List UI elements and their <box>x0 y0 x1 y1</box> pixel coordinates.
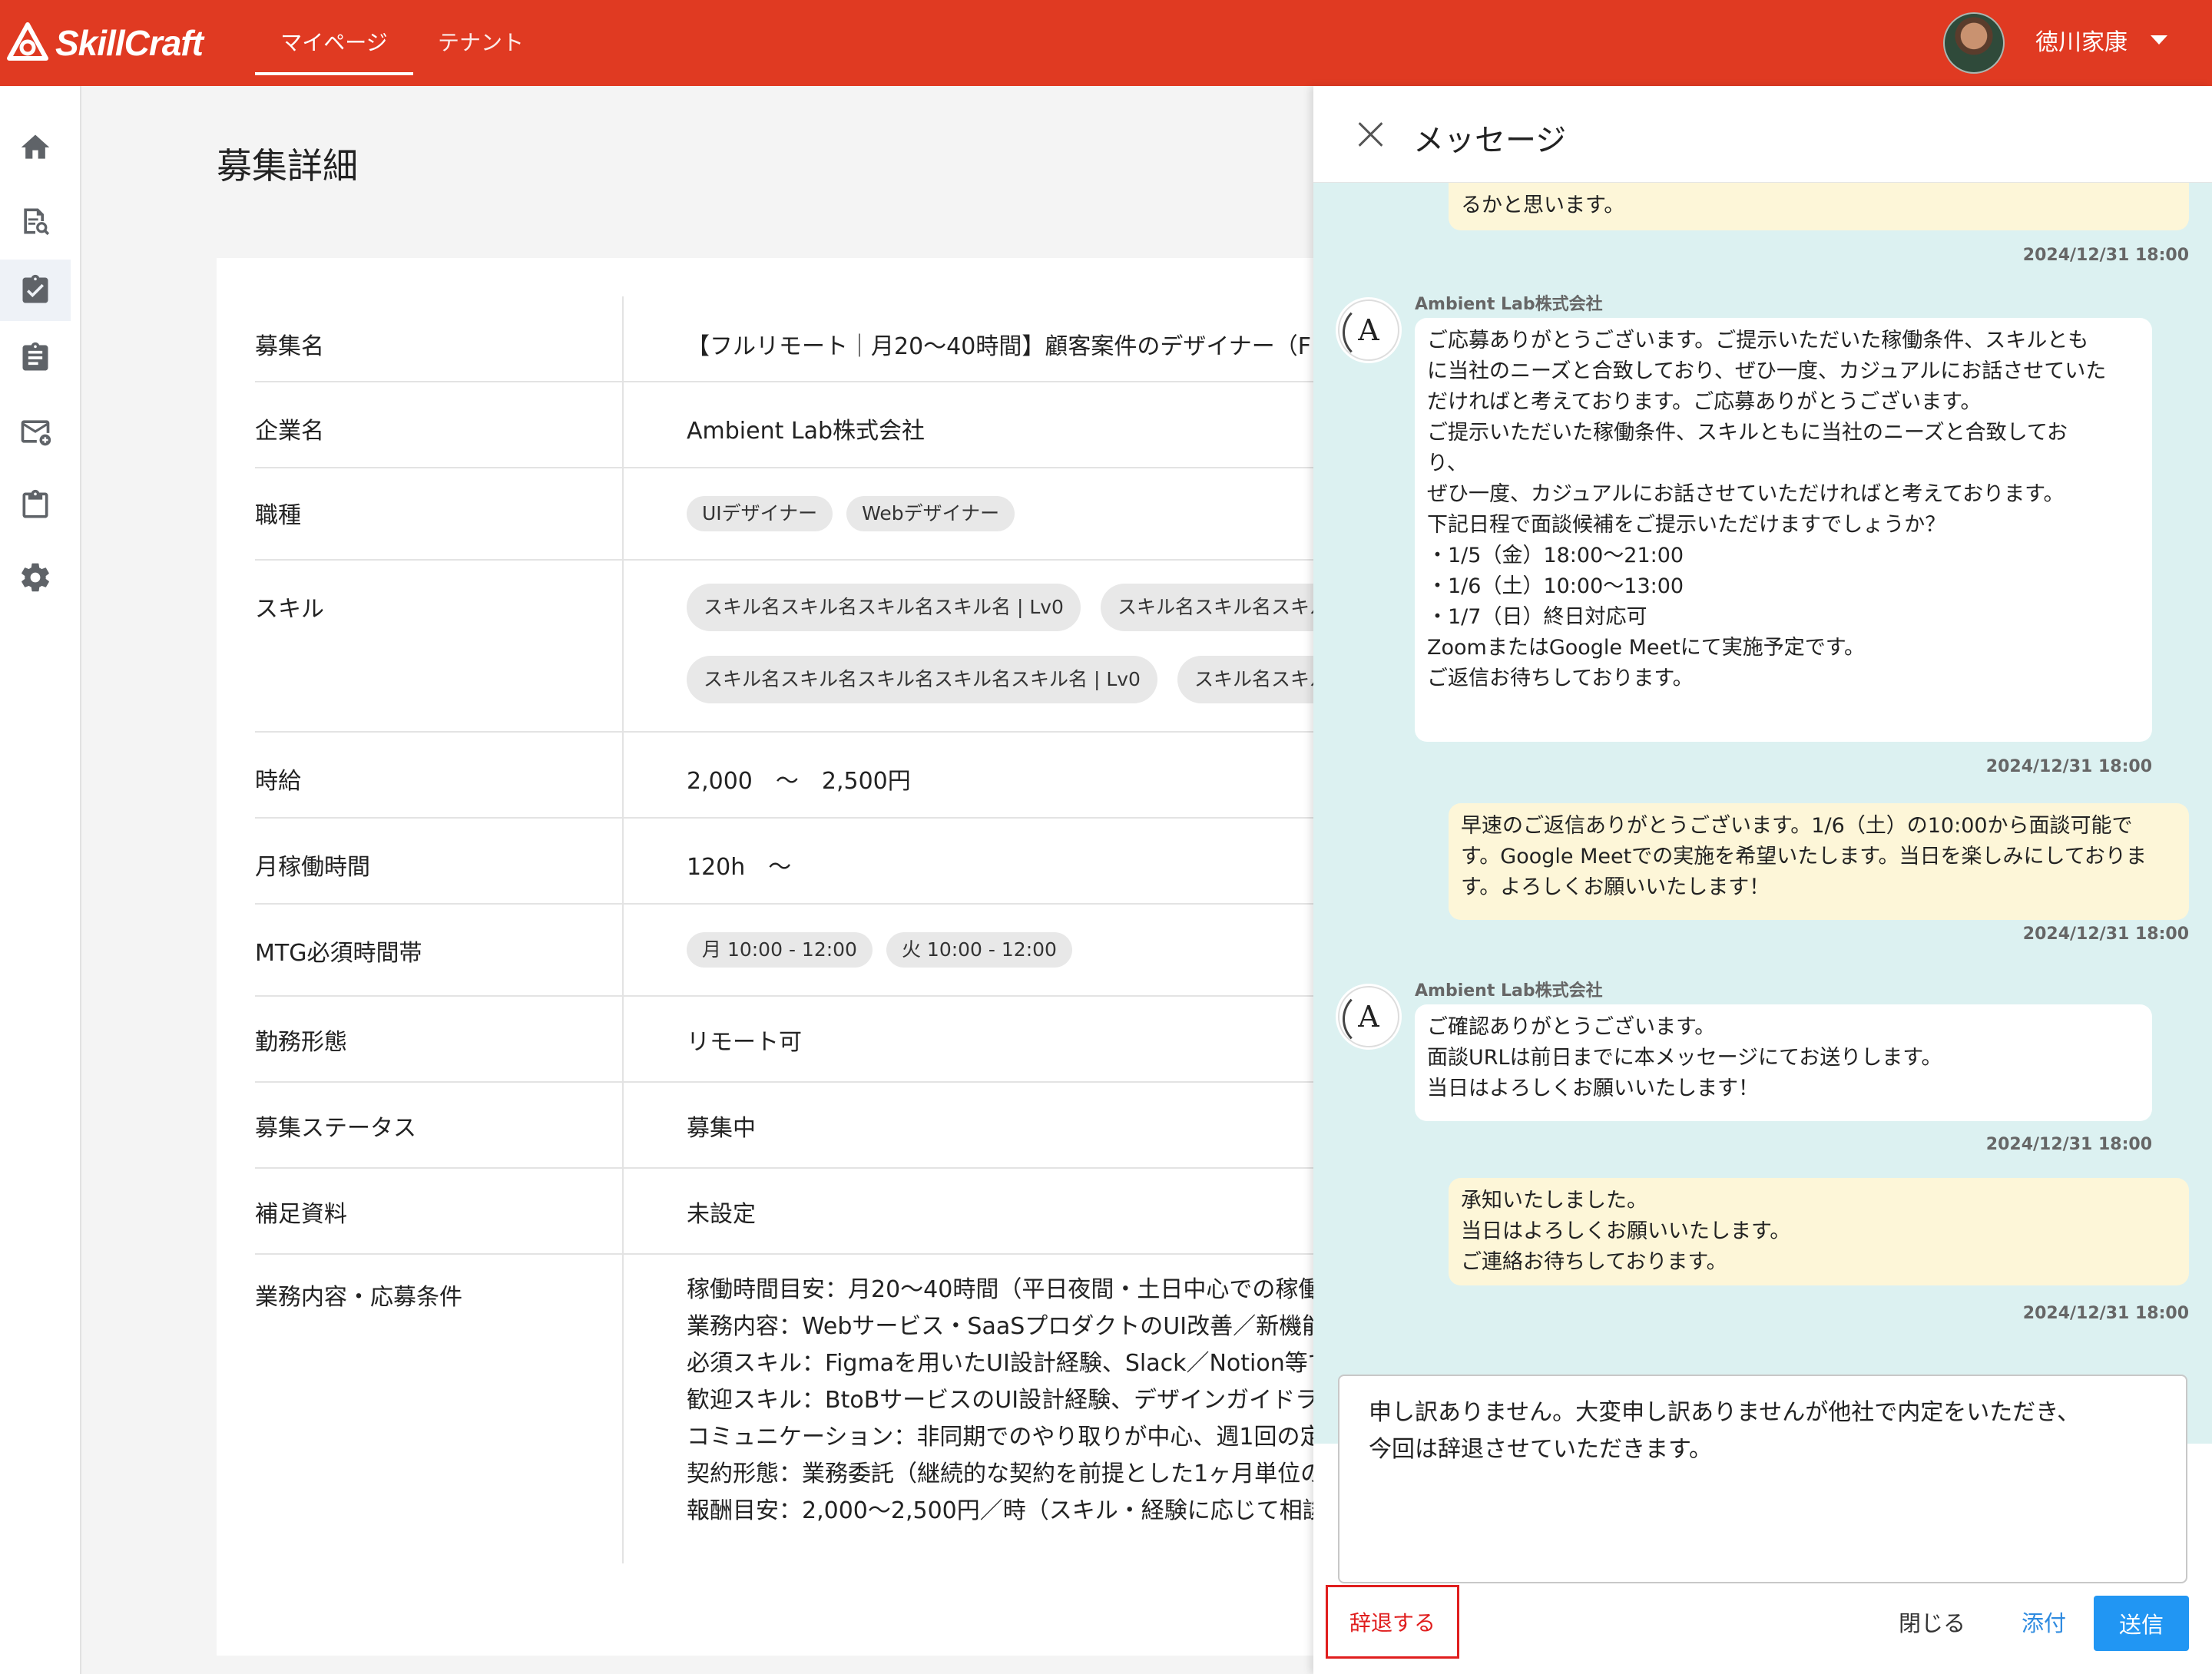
details-line: 稼働時間目安：月20〜40時間（平日夜間・土日中心での稼働 <box>687 1276 1322 1303</box>
message-timestamp: 2024/12/31 18:00 <box>2022 925 2189 944</box>
details-line: 歓迎スキル：BtoBサービスのUI設計経験、デザインガイドラ <box>687 1387 1319 1414</box>
attach-button[interactable]: 添付 <box>2022 1597 2066 1649</box>
skill-chips-row-1: スキル名スキル名スキル名スキル名 | Lv0 スキル名スキル名スキル <box>687 584 1355 631</box>
row-label: 職種 <box>255 502 301 529</box>
mtg-chip: 火 10:00 - 12:00 <box>886 932 1072 968</box>
company-avatar: A <box>1338 299 1399 361</box>
row-value: 【フルリモート｜月20〜40時間】顧客案件のデザイナー（F <box>687 333 1312 360</box>
message-thread[interactable]: るかと思います。 2024/12/31 18:00 A Ambient Lab株… <box>1313 183 2212 1444</box>
row-label: 募集名 <box>255 333 324 360</box>
message-input[interactable]: 申し訳ありません。大変申し訳ありませんが他社で内定をいただき、 今回は辞退させて… <box>1338 1375 2187 1583</box>
my-message-bubble: 早速のご返信ありがとうございます。1/6（土）の10:00から面談可能で す。G… <box>1449 803 2189 920</box>
row-label: 募集ステータス <box>255 1115 416 1142</box>
clipboard-icon <box>22 489 48 518</box>
row-label: 月稼働時間 <box>255 854 370 881</box>
task-check-icon <box>22 274 48 303</box>
row-value: 未設定 <box>687 1201 756 1228</box>
row-value: 2,000 〜 2,500円 <box>687 768 911 795</box>
details-line: コミュニケーション：非同期でのやり取りが中心、週1回の定 <box>687 1424 1323 1451</box>
skill-chip: スキル名スキル名スキル名スキル名スキル名 | Lv0 <box>687 656 1157 703</box>
details-line: 報酬目安：2,000〜2,500円／時（スキル・経験に応じて相談 <box>687 1497 1326 1524</box>
page-title: 募集詳細 <box>217 145 358 187</box>
sidebar <box>0 86 81 1674</box>
skill-chips-row-2: スキル名スキル名スキル名スキル名スキル名 | Lv0 スキル名スキル <box>687 656 1355 703</box>
sidebar-item-clipboard[interactable] <box>0 475 71 536</box>
row-value: 募集中 <box>687 1115 756 1142</box>
message-timestamp: 2024/12/31 18:00 <box>2022 1304 2189 1323</box>
user-name[interactable]: 徳川家康 <box>2035 0 2128 86</box>
sidebar-item-home[interactable] <box>0 117 71 178</box>
logo-text: SkillCraft <box>55 23 204 63</box>
row-value: Ambient Lab株式会社 <box>687 418 926 445</box>
details-text: 稼働時間目安：月20〜40時間（平日夜間・土日中心での稼働 業務内容：Webサー… <box>687 1272 1355 1530</box>
send-button[interactable]: 送信 <box>2094 1596 2189 1651</box>
company-avatar: A <box>1338 986 1399 1047</box>
row-label: 勤務形態 <box>255 1029 347 1056</box>
avatar[interactable] <box>1943 12 2005 74</box>
row-mtg-time: MTG必須時間帯 月 10:00 - 12:00 火 10:00 - 12:00 <box>255 905 1407 997</box>
row-monthly-hours: 月稼働時間 120h 〜 <box>255 819 1407 905</box>
company-message-bubble: ご応募ありがとうございます。ご提示いただいた稼働条件、スキルとも に当社のニーズ… <box>1415 318 2152 742</box>
job-chip: UIデザイナー <box>687 496 833 531</box>
row-job-details: 業務内容・応募条件 稼働時間目安：月20〜40時間（平日夜間・土日中心での稼働 … <box>255 1255 1407 1570</box>
company-message-bubble: ご確認ありがとうございます。 面談URLは前日までに本メッセージにてお送りします… <box>1415 1004 2152 1121</box>
row-label: 時給 <box>255 768 301 795</box>
mtg-chips: 月 10:00 - 12:00 火 10:00 - 12:00 <box>687 932 1086 968</box>
recruitment-detail-card: 募集名 【フルリモート｜月20〜40時間】顧客案件のデザイナー（F 企業名 Am… <box>217 258 1407 1656</box>
sender-name: Ambient Lab株式会社 <box>1415 295 1603 314</box>
mail-add-icon <box>21 420 51 446</box>
sidebar-item-search-jobs[interactable] <box>0 190 71 252</box>
my-message-bubble: るかと思います。 <box>1449 183 2189 230</box>
message-timestamp: 2024/12/31 18:00 <box>1985 757 2152 776</box>
message-panel-header: メッセージ <box>1313 86 2212 183</box>
row-recruitment-name: 募集名 【フルリモート｜月20〜40時間】顧客案件のデザイナー（F <box>255 296 1407 382</box>
skillcraft-logo[interactable]: SkillCraft <box>6 20 204 66</box>
row-skills: スキル スキル名スキル名スキル名スキル名 | Lv0 スキル名スキル名スキル スキ… <box>255 561 1407 733</box>
row-status: 募集ステータス 募集中 <box>255 1083 1407 1169</box>
row-label: スキル <box>255 596 324 623</box>
sender-name: Ambient Lab株式会社 <box>1415 981 1603 1001</box>
row-company: 企業名 Ambient Lab株式会社 <box>255 382 1407 468</box>
row-hourly-wage: 時給 2,000 〜 2,500円 <box>255 733 1407 819</box>
row-label: MTG必須時間帯 <box>255 940 422 967</box>
close-button[interactable]: 閉じる <box>1899 1597 1965 1649</box>
search-document-icon <box>24 208 50 236</box>
top-app-bar: SkillCraft マイページ テナント 徳川家康 <box>0 0 2212 86</box>
details-line: 契約形態：業務委託（継続的な契約を前提とした1ヶ月単位の <box>687 1461 1324 1487</box>
row-job-type: 職種 UIデザイナー Webデザイナー <box>255 468 1407 561</box>
row-label: 業務内容・応募条件 <box>255 1284 462 1311</box>
sidebar-item-applications[interactable] <box>0 260 71 321</box>
message-panel-title: メッセージ <box>1413 123 1567 158</box>
job-chips: UIデザイナー Webデザイナー <box>687 496 1028 531</box>
details-line: 業務内容：Webサービス・SaaSプロダクトのUI改善／新機能 <box>687 1313 1326 1340</box>
row-materials: 補足資料 未設定 <box>255 1169 1407 1255</box>
row-label: 企業名 <box>255 418 324 445</box>
tab-mypage[interactable]: マイページ <box>255 0 413 86</box>
details-line: 必須スキル：Figmaを用いたUI設計経験、Slack／Notion等で <box>687 1350 1331 1377</box>
row-value: 120h 〜 <box>687 854 792 881</box>
sidebar-item-settings[interactable] <box>0 547 71 608</box>
message-timestamp: 2024/12/31 18:00 <box>1985 1135 2152 1154</box>
assignment-icon <box>22 342 48 371</box>
job-chip: Webデザイナー <box>846 496 1015 531</box>
message-panel: メッセージ るかと思います。 2024/12/31 18:00 A Ambien… <box>1313 86 2212 1674</box>
sidebar-item-invitations[interactable] <box>0 401 71 462</box>
skill-chip: スキル名スキル名スキル名スキル名 | Lv0 <box>687 584 1081 631</box>
gear-icon <box>22 563 49 592</box>
chevron-down-icon[interactable] <box>2151 35 2167 45</box>
row-value: リモート可 <box>687 1029 802 1056</box>
sidebar-item-contracts[interactable] <box>0 327 71 389</box>
home-icon <box>21 134 50 159</box>
row-label: 補足資料 <box>255 1201 347 1228</box>
tab-tenant[interactable]: テナント <box>415 0 547 86</box>
message-timestamp: 2024/12/31 18:00 <box>2022 246 2189 265</box>
row-work-style: 勤務形態 リモート可 <box>255 997 1407 1083</box>
close-icon[interactable] <box>1353 117 1389 152</box>
skill-chip: スキル名スキル名スキル <box>1100 584 1346 631</box>
logo-mark-icon <box>7 22 48 61</box>
mtg-chip: 月 10:00 - 12:00 <box>687 932 873 968</box>
my-message-bubble: 承知いたしました。 当日はよろしくお願いいたします。 ご連絡お待ちしております。 <box>1449 1178 2189 1285</box>
decline-button[interactable]: 辞退する <box>1326 1585 1459 1659</box>
